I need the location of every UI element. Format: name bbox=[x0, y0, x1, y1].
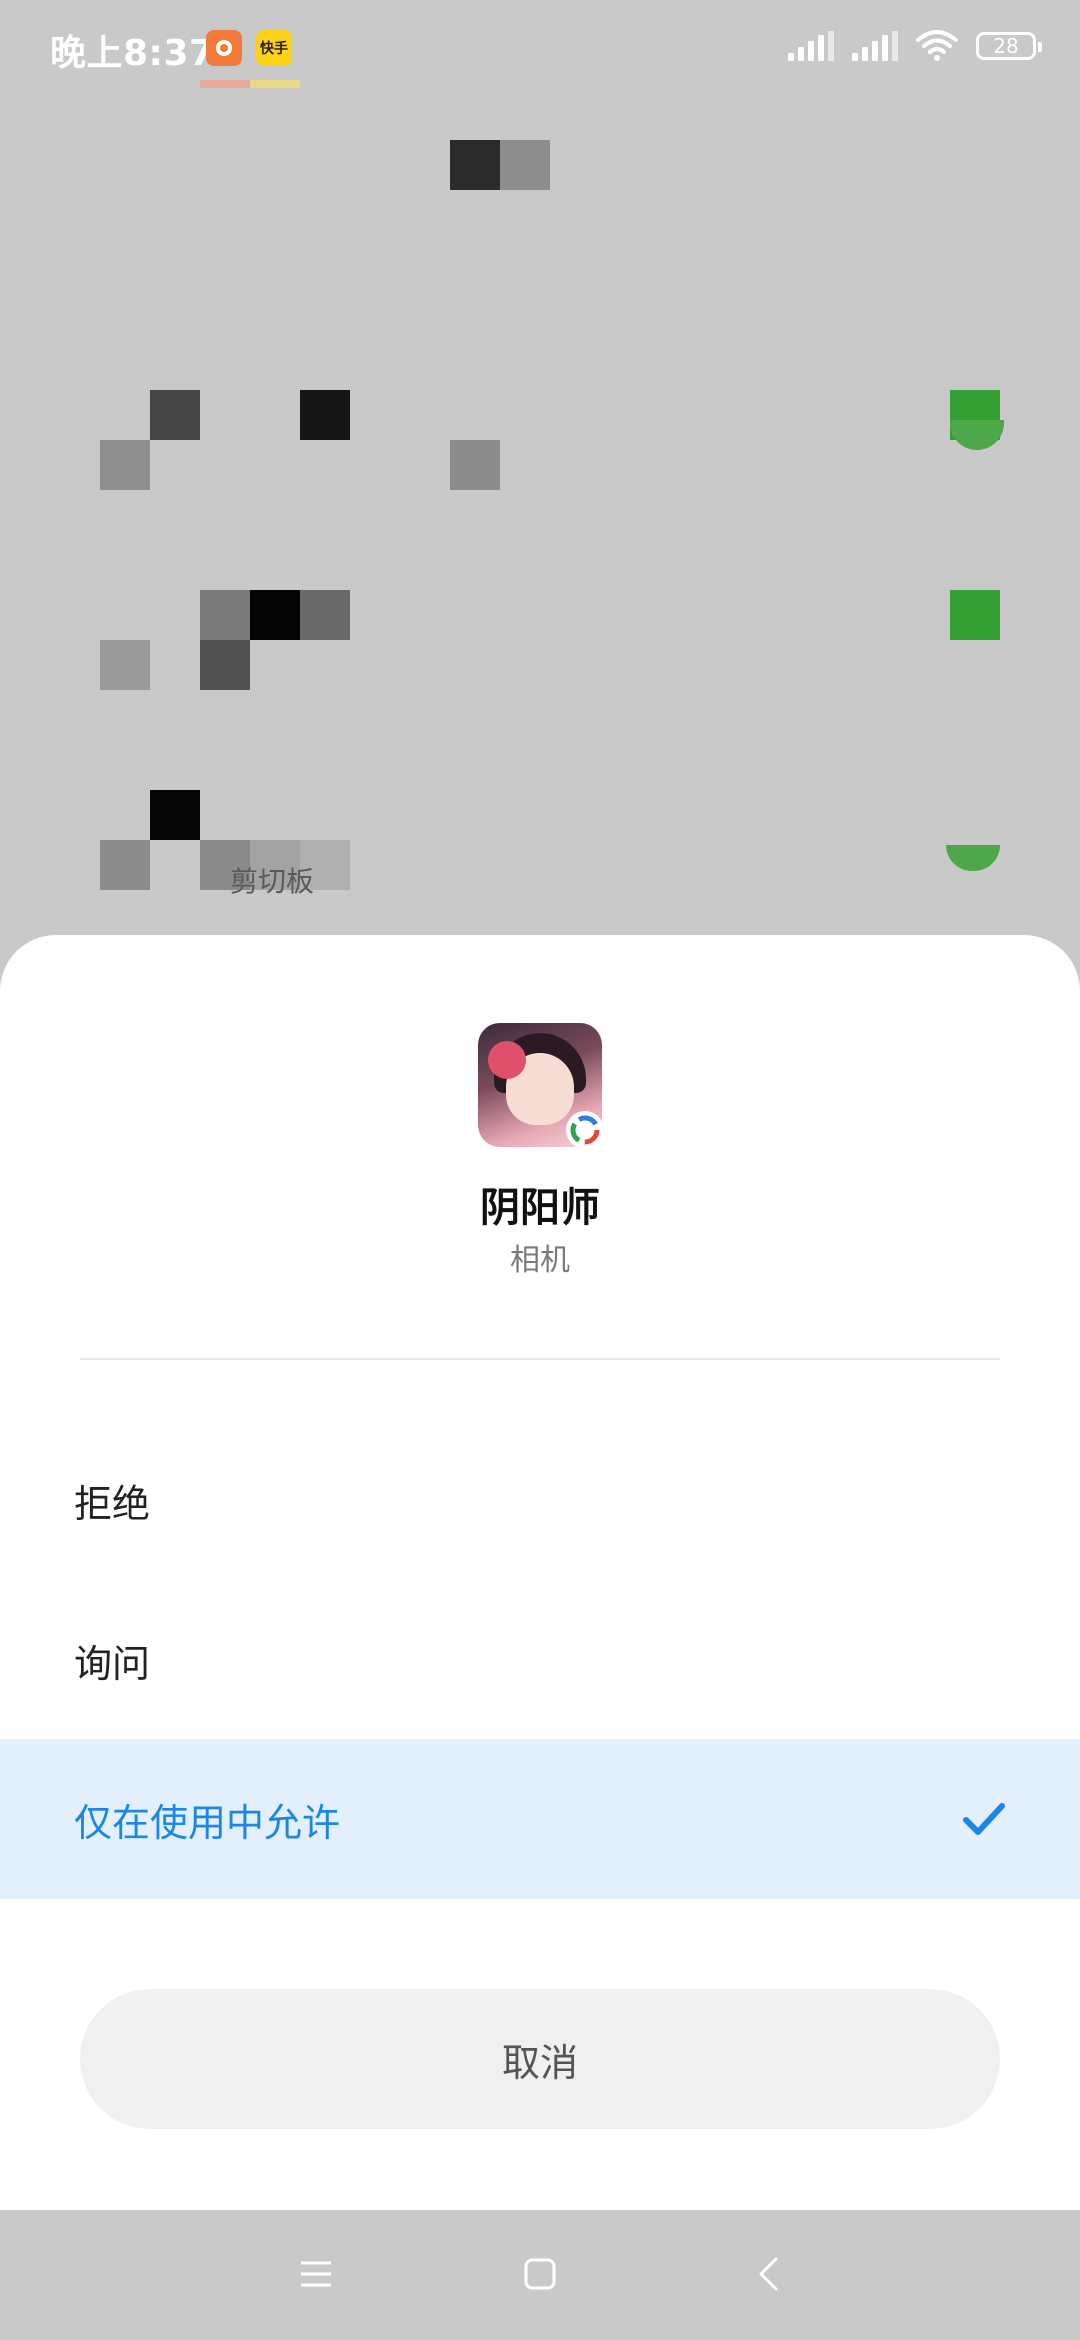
app-icon-artwork bbox=[488, 1041, 526, 1079]
background-label: 剪切板 bbox=[230, 865, 315, 898]
divider bbox=[80, 1358, 1000, 1360]
pixel-block bbox=[950, 420, 1004, 450]
status-bar: 晚上8:37 快手 28 bbox=[0, 0, 1080, 96]
app-name: 阴阳师 bbox=[480, 1185, 600, 1231]
orange-app-notification-icon bbox=[206, 30, 242, 66]
pixel-block bbox=[200, 590, 250, 640]
pixel-block bbox=[250, 590, 300, 640]
back-icon[interactable] bbox=[736, 2242, 800, 2306]
pixel-block bbox=[300, 590, 350, 640]
pixel-block bbox=[500, 140, 550, 190]
pixel-block bbox=[450, 440, 500, 490]
pixel-block bbox=[300, 390, 350, 440]
pixel-block bbox=[100, 440, 150, 490]
option-label: 拒绝 bbox=[74, 1481, 151, 1526]
status-indicators: 28 bbox=[788, 30, 1042, 62]
option-label: 询问 bbox=[74, 1641, 151, 1686]
pixel-block bbox=[100, 840, 150, 890]
permission-name: 相机 bbox=[510, 1243, 570, 1278]
notification-indicator bbox=[200, 80, 250, 88]
navigation-bar bbox=[0, 2210, 1080, 2340]
status-time: 晚上8:37 bbox=[50, 33, 215, 74]
home-icon[interactable] bbox=[508, 2242, 572, 2306]
pixel-block bbox=[950, 590, 1000, 640]
signal-icon bbox=[852, 31, 898, 61]
pixel-block bbox=[946, 845, 1000, 871]
permission-dialog: 阴阳师 相机 拒绝 询问 仅在使用中允许 取消 bbox=[0, 935, 1080, 2210]
option-allow-while-in-use[interactable]: 仅在使用中允许 bbox=[0, 1739, 1080, 1899]
pixel-block bbox=[100, 640, 150, 690]
option-deny[interactable]: 拒绝 bbox=[0, 1420, 1080, 1580]
pixel-block bbox=[200, 640, 250, 690]
signal-icon bbox=[788, 31, 834, 61]
wifi-icon bbox=[916, 30, 958, 61]
pixel-block bbox=[450, 140, 500, 190]
notification-indicator bbox=[250, 80, 300, 88]
menu-icon[interactable] bbox=[284, 2242, 348, 2306]
pixel-block bbox=[150, 390, 200, 440]
app-store-badge-icon bbox=[566, 1111, 604, 1149]
app-icon bbox=[478, 1023, 604, 1149]
battery-icon: 28 bbox=[976, 32, 1042, 60]
cancel-button[interactable]: 取消 bbox=[80, 1989, 1000, 2129]
option-label: 仅在使用中允许 bbox=[74, 1800, 341, 1845]
pixel-block bbox=[150, 790, 200, 840]
checkmark-icon bbox=[963, 1803, 1005, 1835]
option-ask[interactable]: 询问 bbox=[0, 1580, 1080, 1740]
kuaishou-notification-icon: 快手 bbox=[256, 30, 292, 66]
